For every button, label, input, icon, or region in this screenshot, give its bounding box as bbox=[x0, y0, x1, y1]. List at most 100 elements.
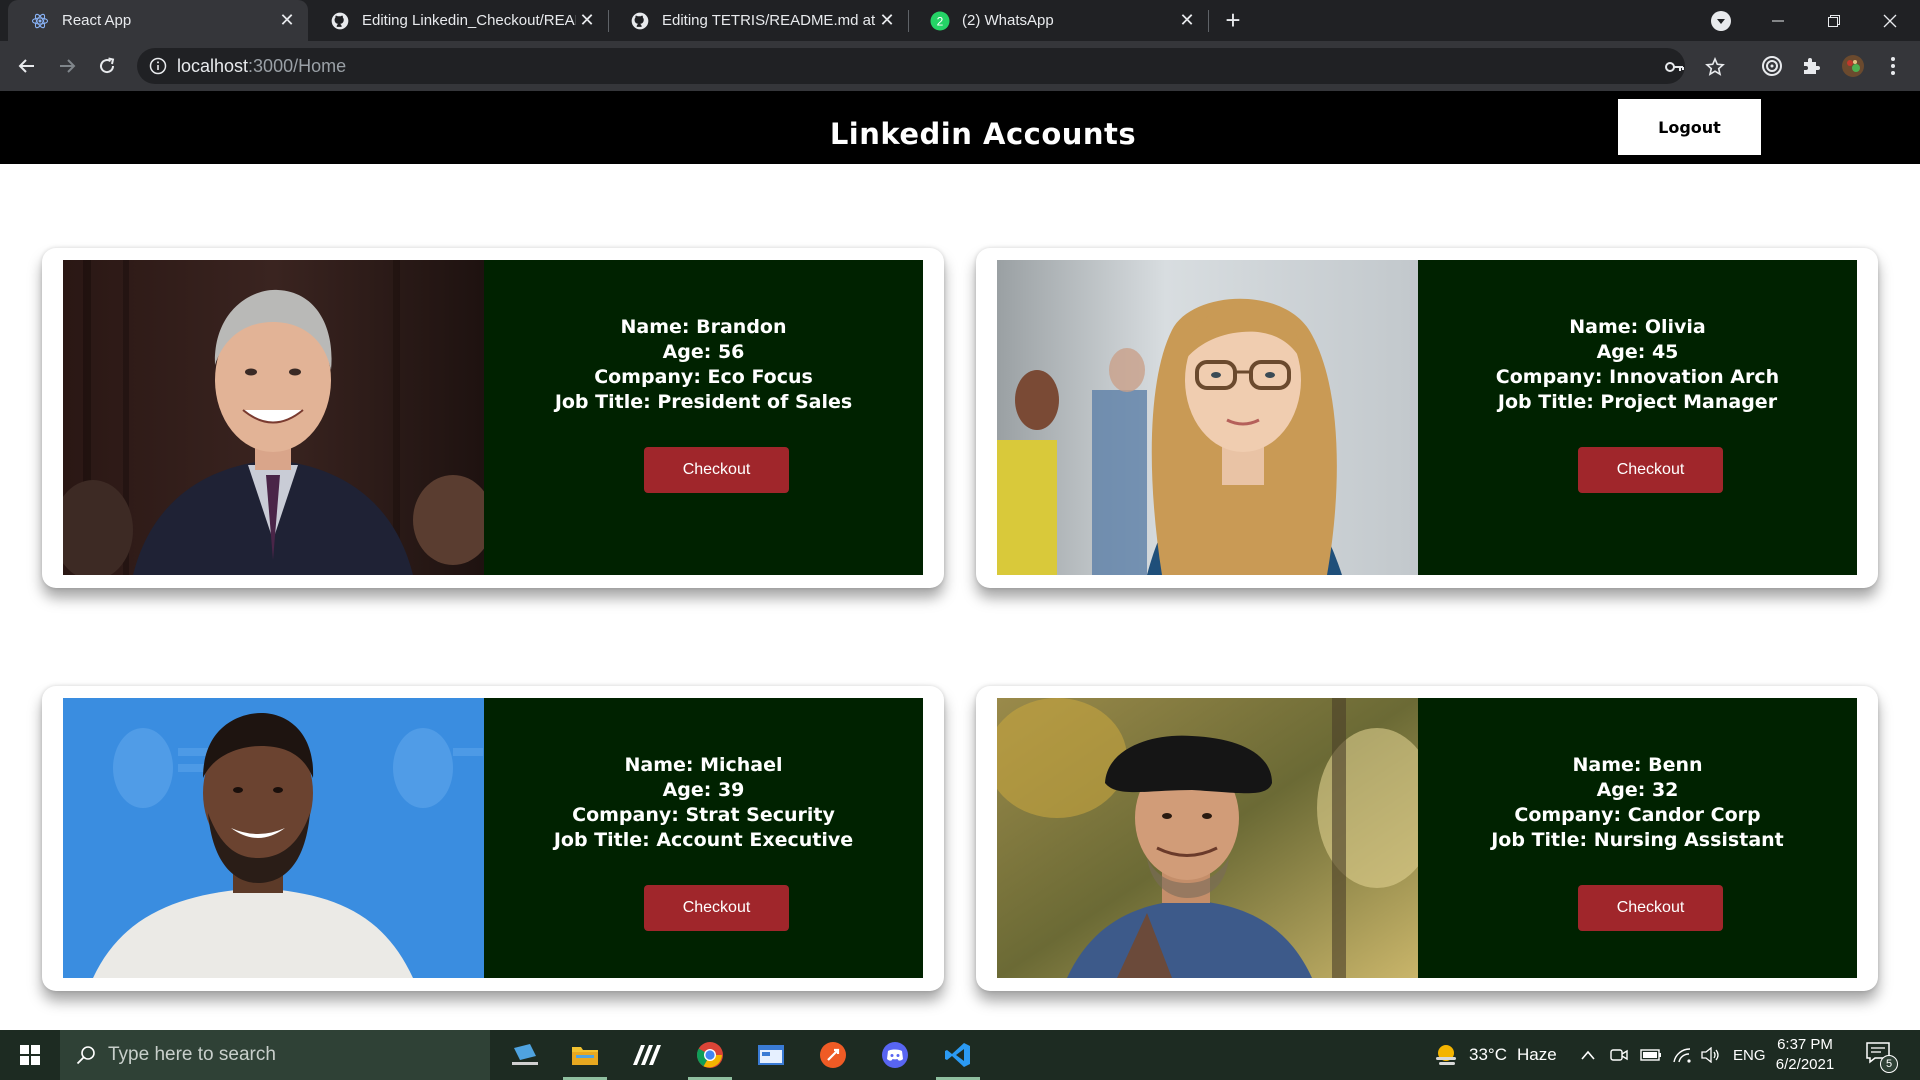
tab-title: Editing Linkedin_Checkout/READ bbox=[362, 12, 576, 29]
app-m-icon[interactable] bbox=[617, 1030, 677, 1080]
account-job-title: Job Title: President of Sales bbox=[554, 391, 853, 413]
vscode-icon[interactable] bbox=[928, 1030, 988, 1080]
search-placeholder: Type here to search bbox=[108, 1044, 276, 1065]
tab-github-tetris-readme[interactable]: Editing TETRIS/README.md at m ✕ bbox=[608, 0, 908, 41]
account-company: Company: Eco Focus bbox=[594, 366, 813, 388]
account-card: Name: Olivia Age: 45 Company: Innovation… bbox=[976, 248, 1878, 588]
account-info-panel: Name: Benn Age: 32 Company: Candor Corp … bbox=[1418, 698, 1857, 978]
account-age: Age: 32 bbox=[1596, 779, 1679, 801]
account-card: Name: Brandon Age: 56 Company: Eco Focus… bbox=[42, 248, 944, 588]
tab-separator bbox=[1208, 10, 1209, 32]
checkout-button[interactable]: Checkout bbox=[1578, 885, 1723, 931]
account-age: Age: 39 bbox=[662, 779, 745, 801]
browser-toolbar: localhost:3000/Home bbox=[0, 41, 1920, 91]
chrome-media-icon[interactable] bbox=[1711, 11, 1731, 31]
account-details: Name: Michael Age: 39 Company: Strat Sec… bbox=[484, 753, 923, 853]
task-view-icon[interactable] bbox=[495, 1030, 555, 1080]
close-icon[interactable]: ✕ bbox=[876, 10, 898, 32]
checkout-button[interactable]: Checkout bbox=[644, 885, 789, 931]
star-icon[interactable] bbox=[1704, 56, 1726, 78]
info-icon[interactable] bbox=[149, 57, 167, 80]
profile-photo bbox=[63, 260, 484, 575]
language-indicator[interactable]: ENG bbox=[1733, 1030, 1766, 1080]
back-arrow-icon[interactable] bbox=[11, 50, 43, 82]
weather-haze-icon bbox=[1433, 1042, 1459, 1068]
tab-whatsapp[interactable]: 2 (2) WhatsApp ✕ bbox=[908, 0, 1208, 41]
logout-button[interactable]: Logout bbox=[1618, 99, 1761, 155]
search-icon bbox=[76, 1045, 96, 1065]
account-job-title: Job Title: Project Manager bbox=[1497, 391, 1778, 413]
account-company: Company: Candor Corp bbox=[1514, 804, 1761, 826]
account-job-title: Job Title: Nursing Assistant bbox=[1491, 829, 1784, 851]
windows-taskbar: Type here to search 33°C Haze ENG 6:37 P… bbox=[0, 1030, 1920, 1080]
checkout-button[interactable]: Checkout bbox=[644, 447, 789, 493]
whatsapp-icon: 2 bbox=[930, 11, 950, 31]
account-info-panel: Name: Michael Age: 39 Company: Strat Sec… bbox=[484, 698, 923, 978]
account-age: Age: 56 bbox=[662, 341, 745, 363]
new-tab-button[interactable]: + bbox=[1220, 7, 1246, 34]
extensions-puzzle-icon[interactable] bbox=[1799, 54, 1823, 78]
notification-count-badge: 5 bbox=[1880, 1055, 1898, 1073]
app-window-icon[interactable] bbox=[741, 1030, 801, 1080]
windows-start-icon[interactable] bbox=[0, 1030, 60, 1080]
react-logo-icon bbox=[30, 11, 50, 31]
account-job-title: Job Title: Account Executive bbox=[553, 829, 854, 851]
extension-target-icon[interactable] bbox=[1760, 54, 1784, 78]
browser-tab-bar: React App ✕ Editing Linkedin_Checkout/RE… bbox=[0, 0, 1920, 41]
checkout-button[interactable]: Checkout bbox=[1578, 447, 1723, 493]
profile-photo bbox=[997, 260, 1418, 575]
github-icon bbox=[630, 11, 650, 31]
reload-icon[interactable] bbox=[91, 50, 123, 82]
github-icon bbox=[330, 11, 350, 31]
forward-arrow-icon[interactable] bbox=[51, 50, 83, 82]
account-company: Company: Strat Security bbox=[572, 804, 835, 826]
account-details: Name: Brandon Age: 56 Company: Eco Focus… bbox=[484, 315, 923, 415]
battery-icon[interactable] bbox=[1640, 1030, 1662, 1080]
discord-icon[interactable] bbox=[865, 1030, 925, 1080]
meet-now-icon[interactable] bbox=[1610, 1030, 1628, 1080]
tray-overflow-icon[interactable] bbox=[1580, 1030, 1596, 1080]
tab-title: React App bbox=[62, 12, 132, 29]
file-explorer-icon[interactable] bbox=[555, 1030, 615, 1080]
account-company: Company: Innovation Arch bbox=[1495, 366, 1780, 388]
url-text: localhost:3000/Home bbox=[177, 56, 346, 77]
account-name: Name: Michael bbox=[624, 754, 783, 776]
profile-photo bbox=[997, 698, 1418, 978]
weather-condition: Haze bbox=[1516, 1045, 1557, 1064]
chrome-menu-icon[interactable] bbox=[1881, 54, 1905, 78]
tab-title: (2) WhatsApp bbox=[962, 12, 1054, 29]
taskbar-clock[interactable]: 6:37 PM 6/2/2021 bbox=[1770, 1035, 1840, 1075]
tab-github-linkedin-readme[interactable]: Editing Linkedin_Checkout/READ ✕ bbox=[308, 0, 608, 41]
weather-widget[interactable]: 33°C Haze bbox=[1433, 1030, 1557, 1080]
close-window-button[interactable] bbox=[1862, 0, 1918, 41]
account-details: Name: Olivia Age: 45 Company: Innovation… bbox=[1418, 315, 1857, 415]
close-icon[interactable]: ✕ bbox=[276, 10, 298, 32]
profile-avatar[interactable] bbox=[1841, 54, 1865, 78]
whatsapp-badge-count: 2 bbox=[937, 14, 944, 28]
close-icon[interactable]: ✕ bbox=[1176, 10, 1198, 32]
address-bar[interactable]: localhost:3000/Home bbox=[137, 48, 1725, 84]
url-path: :3000/Home bbox=[248, 56, 347, 76]
clock-date: 6/2/2021 bbox=[1775, 1056, 1835, 1073]
account-age: Age: 45 bbox=[1596, 341, 1679, 363]
account-card: Name: Benn Age: 32 Company: Candor Corp … bbox=[976, 686, 1878, 991]
account-name: Name: Brandon bbox=[620, 316, 787, 338]
key-icon[interactable] bbox=[1664, 56, 1686, 78]
accounts-grid: Name: Brandon Age: 56 Company: Eco Focus… bbox=[0, 164, 1920, 1030]
account-info-panel: Name: Brandon Age: 56 Company: Eco Focus… bbox=[484, 260, 923, 575]
tab-title: Editing TETRIS/README.md at m bbox=[662, 12, 876, 29]
tab-react-app[interactable]: React App ✕ bbox=[8, 0, 308, 41]
wifi-icon[interactable] bbox=[1672, 1030, 1692, 1080]
minimize-button[interactable] bbox=[1750, 0, 1806, 41]
close-icon[interactable]: ✕ bbox=[576, 10, 598, 32]
account-name: Name: Olivia bbox=[1569, 316, 1706, 338]
weather-temperature: 33°C bbox=[1469, 1045, 1507, 1064]
chrome-icon[interactable] bbox=[680, 1030, 740, 1080]
postman-icon[interactable] bbox=[803, 1030, 863, 1080]
volume-icon[interactable] bbox=[1700, 1030, 1720, 1080]
clock-time: 6:37 PM bbox=[1777, 1036, 1833, 1053]
taskbar-search-input[interactable]: Type here to search bbox=[60, 1030, 490, 1080]
restore-button[interactable] bbox=[1806, 0, 1862, 41]
account-card: Name: Michael Age: 39 Company: Strat Sec… bbox=[42, 686, 944, 991]
url-host: localhost bbox=[177, 56, 249, 76]
